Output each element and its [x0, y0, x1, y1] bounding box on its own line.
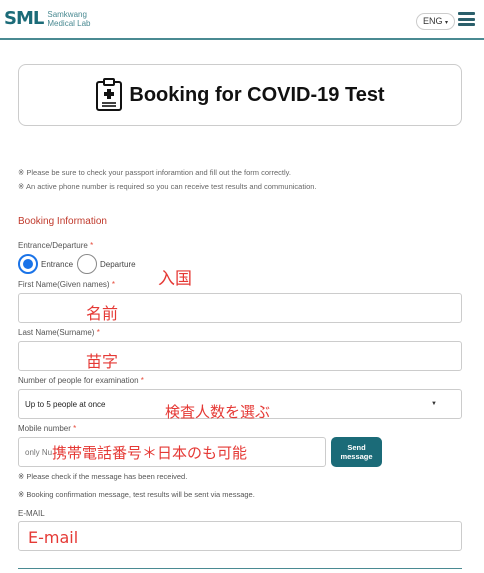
- send-message-button[interactable]: Send message: [331, 437, 382, 467]
- chevron-down-icon: ▼: [431, 401, 437, 407]
- clipboard-medical-icon: [96, 78, 123, 111]
- last-name-label-text: Last Name(Surname): [18, 328, 95, 337]
- mobile-note-booking: ※ Booking confirmation message, test res…: [18, 490, 255, 499]
- required-mark: *: [73, 424, 77, 433]
- entrance-label-text: Entrance/Departure: [18, 241, 88, 250]
- mobile-label: Mobile number *: [18, 424, 76, 433]
- language-select[interactable]: ENG ▾: [416, 13, 456, 30]
- required-mark: *: [90, 241, 94, 250]
- email-input[interactable]: [19, 522, 461, 550]
- annotation-mobile: 携帯電話番号＊日本のも可能: [52, 444, 248, 462]
- annotation-entrance: 入国: [158, 269, 192, 289]
- radio-button[interactable]: [77, 254, 97, 274]
- notice-passport: ※ Please be sure to check your passport …: [18, 168, 291, 177]
- entrance-label: Entrance/Departure *: [18, 241, 93, 250]
- send-label-line2: message: [340, 452, 373, 461]
- annotation-people: 検査人数を選ぶ: [165, 403, 271, 421]
- email-field[interactable]: [18, 521, 462, 551]
- top-header: SML Samkwang Medical Lab ENG ▾: [0, 0, 484, 40]
- section-title: Booking Information: [18, 216, 107, 227]
- people-label: Number of people for examination *: [18, 376, 144, 385]
- email-label: E-MAIL: [18, 509, 45, 518]
- page-title: Booking for COVID-19 Test: [129, 83, 385, 106]
- chevron-down-icon: ▾: [445, 20, 449, 26]
- notice-phone: ※ An active phone number is required so …: [18, 182, 317, 191]
- mobile-label-text: Mobile number: [18, 424, 71, 433]
- last-name-field[interactable]: [18, 341, 462, 371]
- radio-entrance-label: Entrance: [41, 259, 74, 269]
- logo-line2: Medical Lab: [47, 18, 91, 28]
- logo-line1: Samkwang: [47, 9, 87, 19]
- mobile-note-check: ※ Please check if the message has been r…: [18, 472, 188, 481]
- logo-mark: SML: [4, 8, 44, 29]
- last-name-label: Last Name(Surname) *: [18, 328, 100, 337]
- required-mark: *: [96, 328, 100, 337]
- radio-entrance[interactable]: Entrance: [18, 254, 73, 274]
- first-name-label: First Name(Given names) *: [18, 280, 115, 289]
- language-label: ENG: [423, 16, 443, 26]
- divider: [18, 568, 462, 569]
- hamburger-icon[interactable]: [458, 12, 475, 26]
- radio-departure[interactable]: Departure: [77, 254, 136, 274]
- people-select-value: Up to 5 people at once: [25, 400, 106, 409]
- annotation-email: E-mail: [28, 528, 79, 547]
- required-mark: *: [111, 280, 115, 289]
- radio-button-checked[interactable]: [18, 254, 38, 274]
- send-label-line1: Send: [347, 443, 366, 452]
- people-label-text: Number of people for examination: [18, 376, 139, 385]
- first-name-field[interactable]: [18, 293, 462, 323]
- required-mark: *: [140, 376, 144, 385]
- annotation-last-name: 苗字: [86, 352, 119, 371]
- radio-departure-label: Departure: [100, 259, 136, 269]
- annotation-first-name: 名前: [86, 304, 119, 323]
- logo[interactable]: SML Samkwang Medical Lab: [4, 8, 91, 29]
- first-name-label-text: First Name(Given names): [18, 280, 110, 289]
- logo-text: Samkwang Medical Lab: [47, 10, 90, 28]
- page-title-box: Booking for COVID-19 Test: [18, 64, 462, 126]
